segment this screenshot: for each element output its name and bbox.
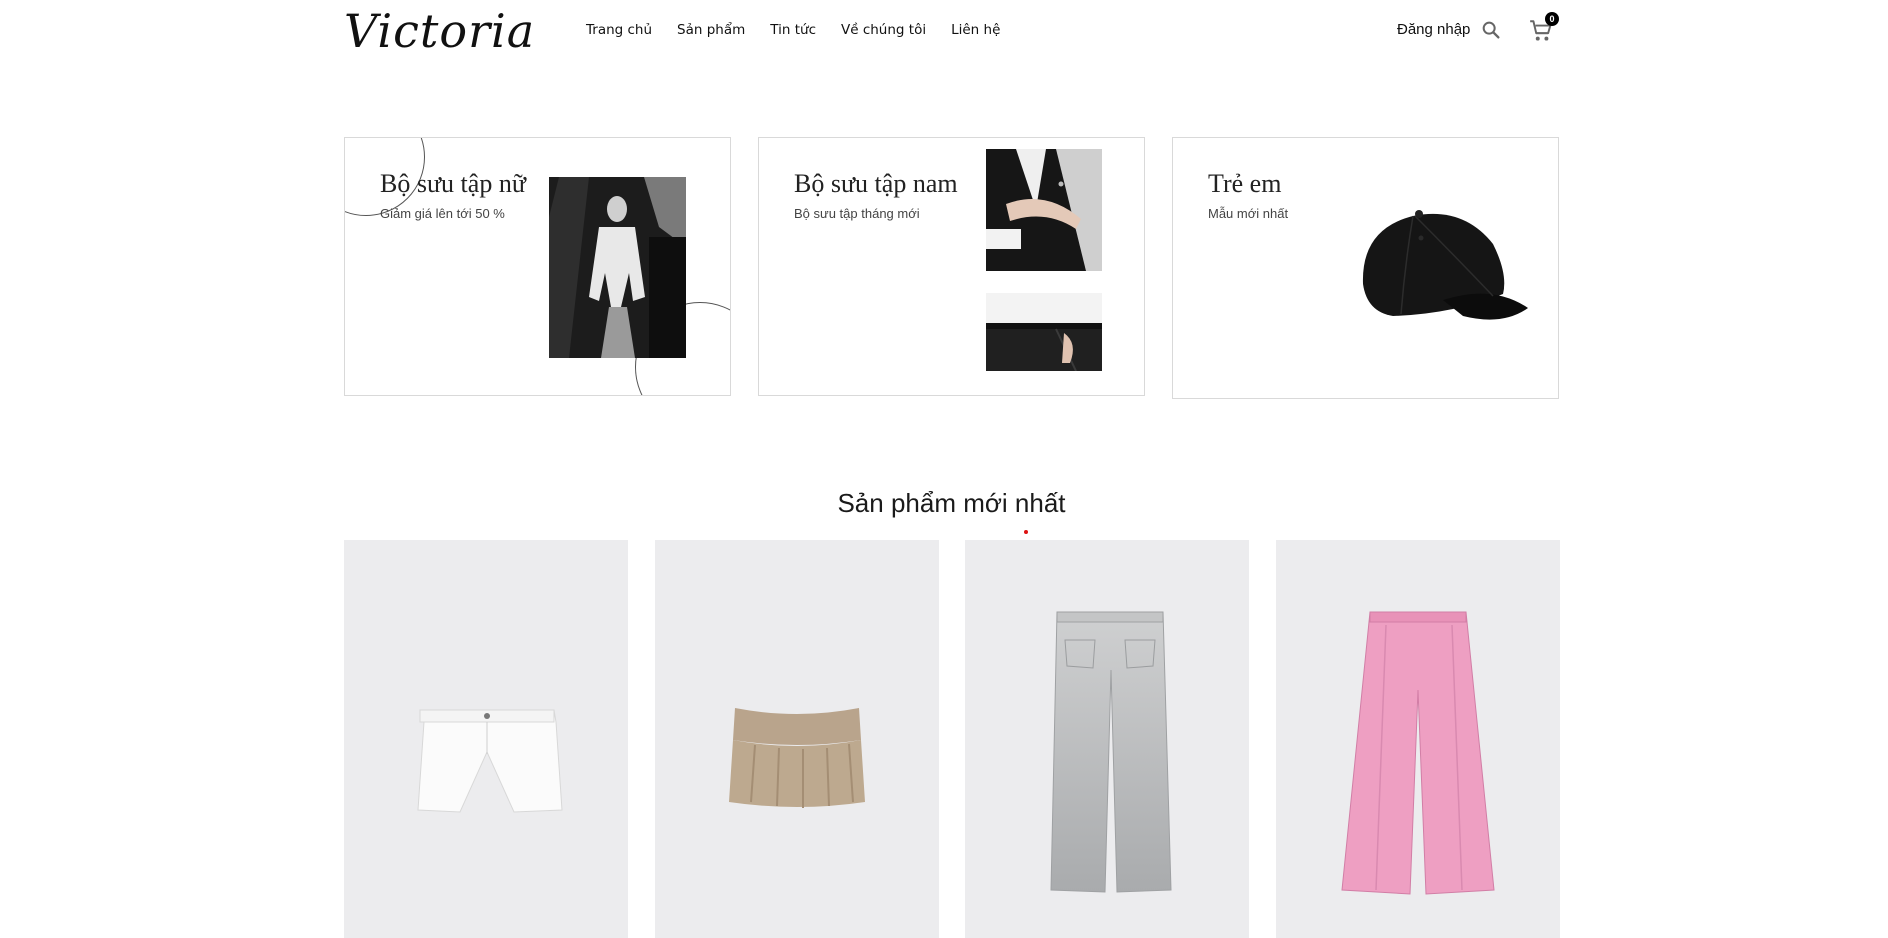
collection-subtitle: Giảm giá lên tới 50 % xyxy=(380,206,505,221)
site-logo[interactable]: Victoria xyxy=(344,4,535,58)
section-accent-dot xyxy=(1024,530,1028,534)
search-icon[interactable] xyxy=(1480,19,1502,41)
nav-item-contact[interactable]: Liên hệ xyxy=(951,20,1000,40)
product-image-shorts xyxy=(344,540,628,938)
collection-title: Bộ sưu tập nam xyxy=(794,169,958,198)
nav-item-products[interactable]: Sản phẩm xyxy=(677,20,745,40)
collection-title: Bộ sưu tập nữ xyxy=(380,169,526,198)
nav-item-home[interactable]: Trang chủ xyxy=(586,20,652,40)
product-card[interactable] xyxy=(655,540,939,938)
cart-count-badge: 0 xyxy=(1545,12,1559,26)
black-cap-photo xyxy=(1353,204,1538,334)
site-header: Victoria Trang chủ Sản phẩm Tin tức Về c… xyxy=(0,0,1888,62)
men-suit-photo xyxy=(986,149,1102,271)
men-trousers-photo xyxy=(986,293,1102,371)
collection-title: Trẻ em xyxy=(1208,169,1282,198)
section-title: Sản phẩm mới nhất xyxy=(837,488,1066,518)
nav-item-news[interactable]: Tin tức xyxy=(770,20,816,40)
product-image-pink-trousers xyxy=(1276,540,1560,938)
collection-subtitle: Bộ sưu tập tháng mới xyxy=(794,206,920,221)
collection-card-kids[interactable]: Trẻ em Mẫu mới nhất xyxy=(1172,137,1559,399)
login-link[interactable]: Đăng nhập xyxy=(1397,20,1470,40)
women-model-photo xyxy=(549,177,686,358)
product-card[interactable] xyxy=(344,540,628,938)
product-image-skirt xyxy=(655,540,939,938)
product-image-jeans xyxy=(965,540,1249,938)
nav-item-about[interactable]: Về chúng tôi xyxy=(841,20,926,40)
collection-card-men[interactable]: Bộ sưu tập nam Bộ sưu tập tháng mới xyxy=(758,137,1145,396)
collection-card-women[interactable]: Bộ sưu tập nữ Giảm giá lên tới 50 % xyxy=(344,137,731,396)
product-card[interactable] xyxy=(1276,540,1560,938)
product-card[interactable] xyxy=(965,540,1249,938)
collection-subtitle: Mẫu mới nhất xyxy=(1208,206,1289,221)
main-nav: Trang chủ Sản phẩm Tin tức Về chúng tôi … xyxy=(586,20,1025,40)
